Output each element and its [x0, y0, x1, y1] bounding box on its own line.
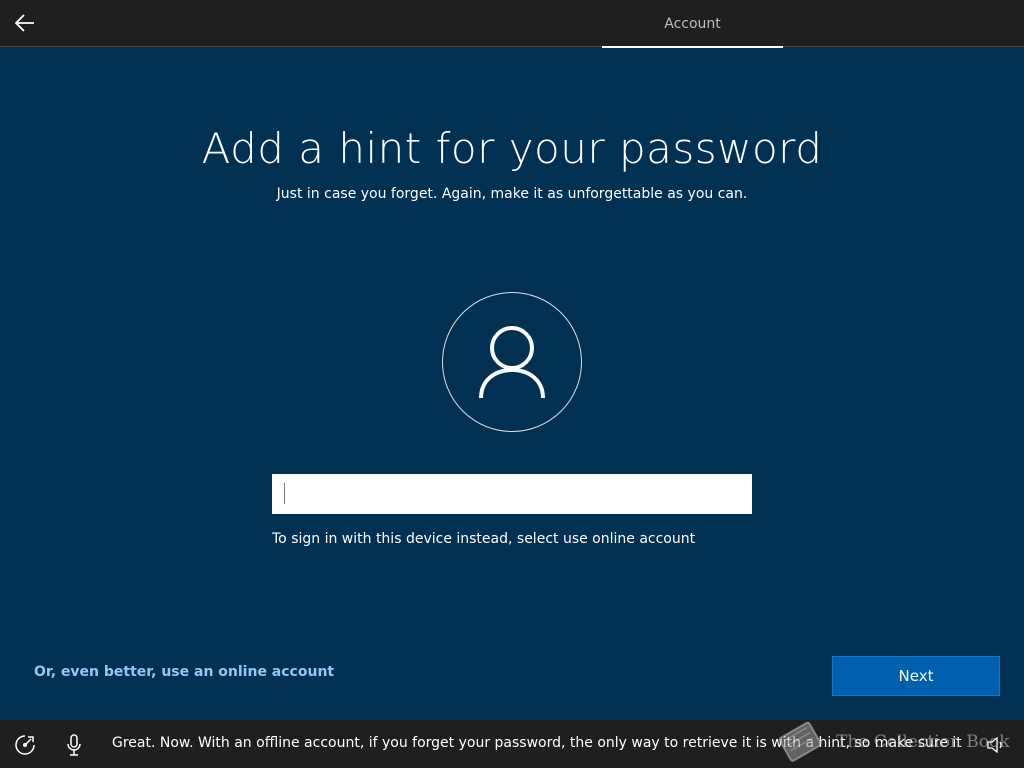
bottom-bar: Great. Now. With an offline account, if …: [0, 720, 1024, 768]
next-button[interactable]: Next: [832, 656, 1000, 696]
main-content: Add a hint for your password Just in cas…: [0, 48, 1024, 720]
ease-of-access-button[interactable]: [12, 732, 38, 758]
back-button[interactable]: [8, 6, 42, 40]
helper-text: To sign in with this device instead, sel…: [272, 531, 696, 547]
online-account-link[interactable]: Or, even better, use an online account: [34, 664, 334, 680]
volume-icon: [987, 737, 1002, 753]
microphone-icon: [67, 734, 81, 756]
back-arrow-icon: [15, 14, 34, 32]
ease-of-access-icon: [15, 735, 35, 755]
microphone-button[interactable]: [62, 732, 86, 758]
page-subtitle: Just in case you forget. Again, make it …: [276, 186, 748, 202]
page-title: Add a hint for your password: [201, 124, 823, 173]
password-hint-input[interactable]: [272, 474, 752, 514]
volume-button[interactable]: [984, 734, 1008, 756]
top-bar: Account: [0, 0, 1024, 48]
avatar: [442, 292, 582, 432]
tab-account-label: Account: [664, 15, 721, 32]
narration-text: Great. Now. With an offline account, if …: [112, 735, 962, 751]
text-caret: [284, 483, 285, 504]
tab-account: Account: [602, 0, 783, 48]
user-icon: [479, 326, 545, 399]
